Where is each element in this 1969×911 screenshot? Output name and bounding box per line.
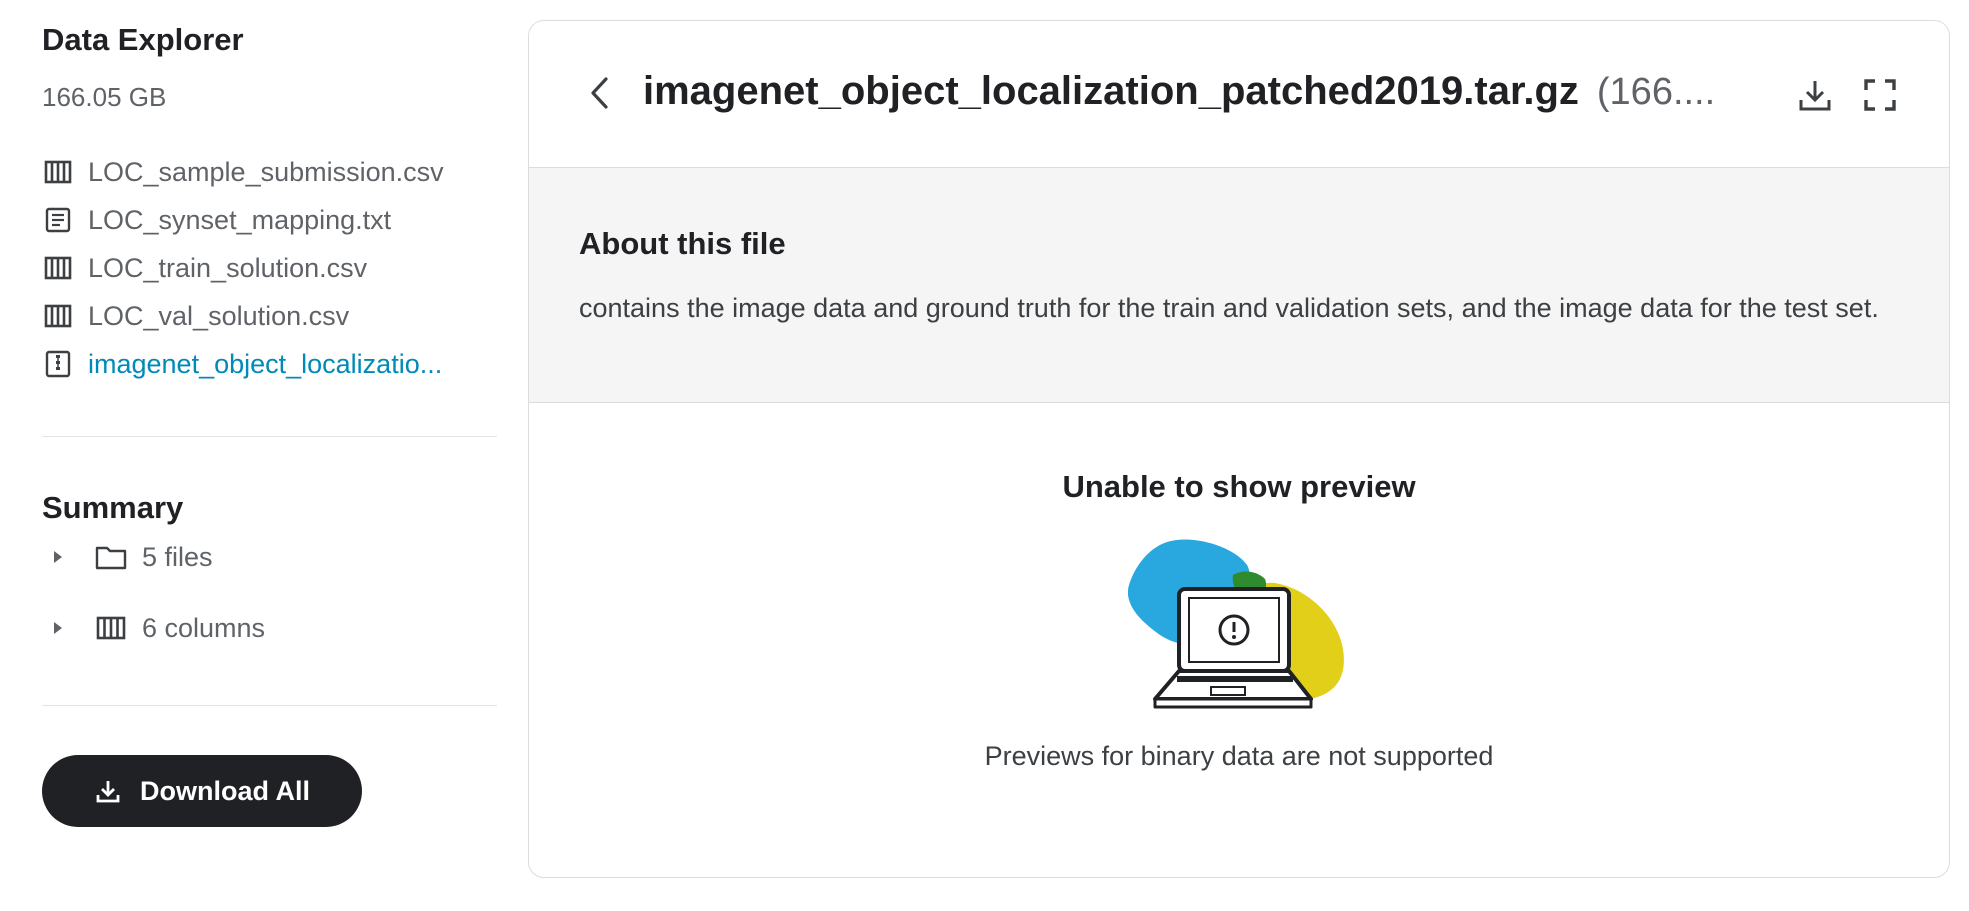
file-item-loc-train-solution[interactable]: LOC_train_solution.csv: [42, 244, 497, 292]
fullscreen-icon: [1864, 79, 1896, 111]
download-file-button[interactable]: [1797, 77, 1833, 113]
about-title: About this file: [579, 226, 786, 261]
caret-right-icon: [52, 620, 82, 636]
fullscreen-button[interactable]: [1862, 77, 1898, 113]
preview-title: Unable to show preview: [1062, 469, 1416, 504]
about-section: About this file contains the image data …: [529, 168, 1949, 403]
download-icon: [1799, 81, 1831, 111]
file-item-label: imagenet_object_localizatio...: [88, 348, 443, 379]
file-detail-panel: imagenet_object_localization_patched2019…: [528, 20, 1950, 878]
archive-icon: [42, 348, 74, 380]
sidebar-title: Data Explorer: [42, 22, 244, 57]
text-file-icon: [42, 204, 74, 236]
sidebar-divider: [42, 705, 497, 706]
file-item-label: LOC_train_solution.csv: [88, 252, 368, 283]
table-icon: [42, 156, 74, 188]
summary-columns-toggle[interactable]: 6 columns: [52, 611, 265, 645]
file-list: LOC_sample_submission.csv LOC_synset_map…: [42, 148, 497, 388]
download-icon: [94, 777, 122, 805]
file-item-label: LOC_val_solution.csv: [88, 300, 350, 331]
file-title: imagenet_object_localization_patched2019…: [643, 69, 1753, 114]
about-description: contains the image data and ground truth…: [579, 293, 1879, 323]
table-icon: [42, 252, 74, 284]
summary-title: Summary: [42, 490, 184, 525]
file-item-imagenet-archive[interactable]: imagenet_object_localizatio...: [42, 340, 497, 388]
file-size: (166....: [1596, 71, 1716, 113]
columns-icon: [94, 611, 128, 645]
dataset-size: 166.05 GB: [42, 82, 167, 112]
file-item-label: LOC_synset_mapping.txt: [88, 204, 392, 235]
back-button[interactable]: [581, 73, 617, 113]
download-all-label: Download All: [140, 775, 310, 806]
file-item-label: LOC_sample_submission.csv: [88, 156, 444, 187]
panel-header: imagenet_object_localization_patched2019…: [529, 21, 1949, 168]
chevron-left-icon: [591, 77, 608, 109]
sidebar-divider: [42, 436, 497, 437]
file-item-loc-sample-submission[interactable]: LOC_sample_submission.csv: [42, 148, 497, 196]
laptop-warning-illustration: [1125, 535, 1355, 715]
table-icon: [42, 300, 74, 332]
preview-message: Previews for binary data are not support…: [984, 741, 1494, 771]
caret-right-icon: [52, 549, 82, 565]
summary-columns-label: 6 columns: [142, 612, 266, 643]
summary-files-toggle[interactable]: 5 files: [52, 540, 213, 574]
download-all-button[interactable]: Download All: [42, 755, 362, 827]
summary-files-label: 5 files: [142, 541, 213, 572]
file-item-loc-val-solution[interactable]: LOC_val_solution.csv: [42, 292, 497, 340]
data-explorer-sidebar: Data Explorer 166.05 GB LOC_sample_submi…: [42, 0, 497, 911]
file-name: imagenet_object_localization_patched2019…: [643, 69, 1579, 113]
folder-icon: [94, 540, 128, 574]
file-item-loc-synset-mapping[interactable]: LOC_synset_mapping.txt: [42, 196, 497, 244]
